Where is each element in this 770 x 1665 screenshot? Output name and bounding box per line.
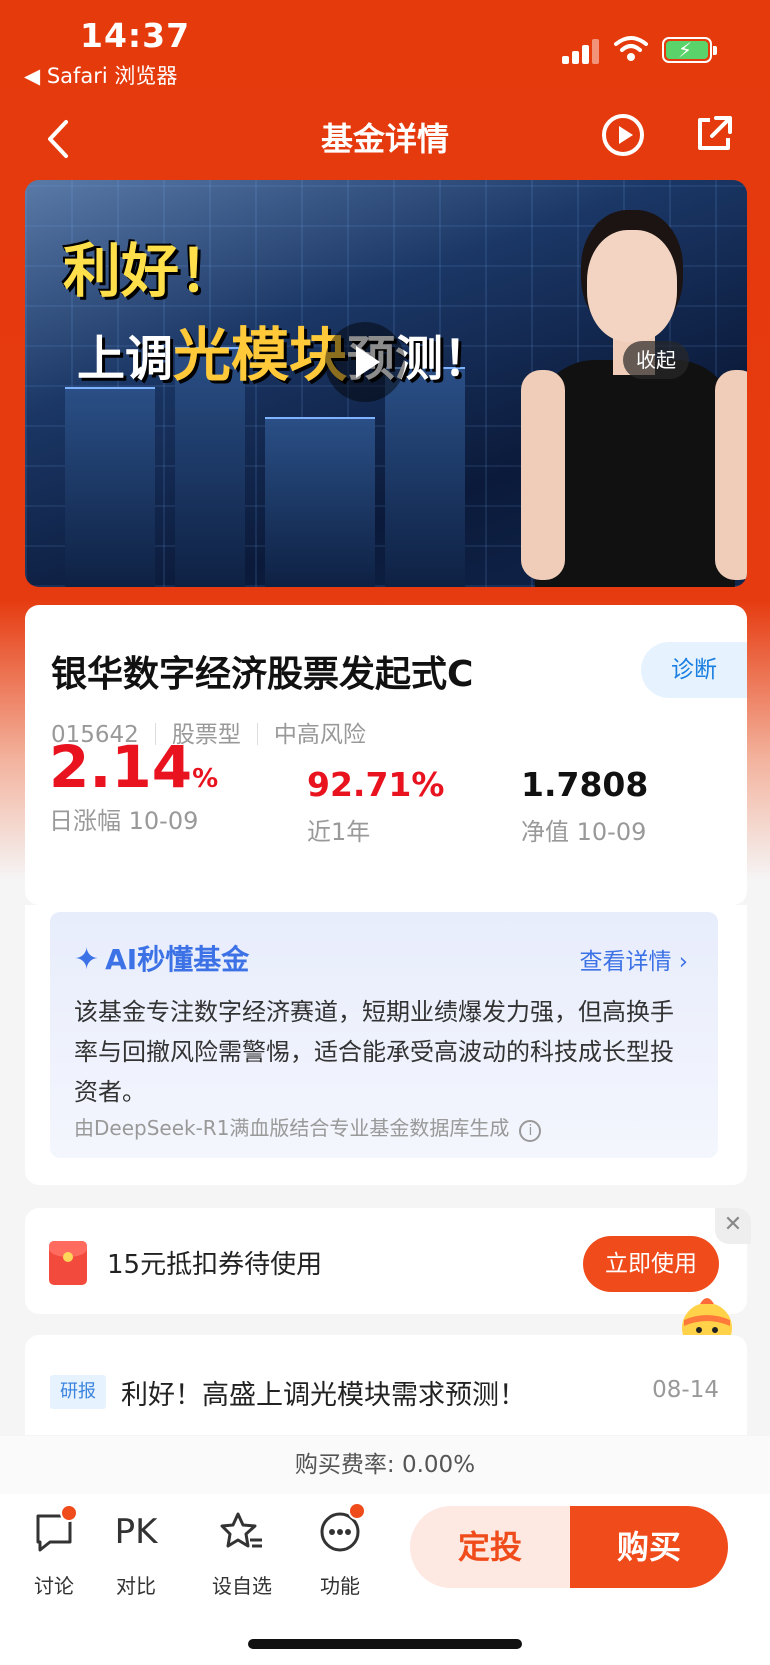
year-return-stat: 92.71% 近1年 bbox=[307, 765, 444, 847]
fund-summary-card: 银华数字经济股票发起式C 诊断 015642 股票型 中高风险 2.14% 日涨幅 … bbox=[25, 605, 747, 905]
diagnose-button[interactable]: 诊断 bbox=[641, 642, 747, 698]
play-circle-icon[interactable] bbox=[602, 114, 644, 156]
ai-summary-text: 该基金专注数字经济赛道，短期业绩爆发力强，但高换手率与回撤风险需警惕，适合能承受… bbox=[74, 998, 674, 1106]
compare-label: 对比 bbox=[116, 1574, 156, 1598]
nav-value: 1.7808 bbox=[521, 765, 649, 804]
wifi-icon bbox=[614, 36, 648, 61]
functions-tab[interactable]: 功能 bbox=[300, 1502, 380, 1599]
compare-tab[interactable]: PK 对比 bbox=[96, 1508, 176, 1599]
year-return-value: 92.71% bbox=[307, 765, 445, 804]
status-bar: 14:37 ◀ Safari 浏览器 ⚡ bbox=[0, 0, 770, 100]
daily-change-value: 2.14% bbox=[49, 733, 219, 801]
fund-name: 银华数字经济股票发起式C bbox=[51, 654, 474, 695]
video-headline-1: 利好！ bbox=[63, 237, 238, 305]
news-item[interactable]: 研报 利好！高盛上调光模块需求预测！ 08-14 bbox=[25, 1335, 747, 1435]
star-list-icon bbox=[220, 1512, 262, 1548]
news-title: 利好！高盛上调光模块需求预测！ bbox=[121, 1380, 526, 1411]
video-headline-2: 上调光模块预测！ bbox=[77, 308, 491, 392]
dingtou-button[interactable]: 定投 bbox=[410, 1506, 570, 1588]
page-title: 基金详情 bbox=[320, 120, 449, 158]
video-play-button[interactable] bbox=[325, 322, 405, 402]
daily-change-stat: 2.14% 日涨幅 10-09 bbox=[49, 733, 218, 836]
video-headline-2b: 光模块 bbox=[173, 321, 348, 389]
watchlist-label: 设自选 bbox=[212, 1574, 272, 1598]
ai-view-details-link[interactable]: 查看详情 › bbox=[579, 942, 688, 976]
buy-button[interactable]: 购买 bbox=[570, 1506, 728, 1588]
fund-risk: 中高风险 bbox=[273, 722, 366, 748]
news-date: 08-14 bbox=[652, 1377, 719, 1403]
purchase-buttons: 定投 购买 bbox=[410, 1506, 728, 1588]
year-return-label: 近1年 bbox=[307, 818, 371, 846]
video-building bbox=[385, 367, 465, 587]
collapse-video-button[interactable]: 收起 bbox=[623, 341, 689, 379]
ai-summary-card[interactable]: ✦ AI秒懂基金 查看详情 › 该基金专注数字经济赛道，短期业绩爆发力强，但高换手… bbox=[50, 912, 718, 1158]
daily-change-label: 日涨幅 10-09 bbox=[49, 807, 199, 835]
home-indicator bbox=[248, 1639, 522, 1649]
info-icon[interactable]: i bbox=[519, 1120, 542, 1142]
status-time: 14:37 bbox=[80, 16, 191, 55]
video-headline-2a: 上调 bbox=[77, 331, 174, 387]
close-icon[interactable]: ✕ bbox=[715, 1208, 751, 1244]
video-player[interactable]: 利好！ 上调光模块预测！ 收起 bbox=[25, 180, 747, 587]
pk-icon: PK bbox=[114, 1512, 158, 1552]
nav-label: 净值 10-09 bbox=[521, 818, 647, 846]
purchase-fee: 购买费率: 0.00% bbox=[0, 1436, 770, 1494]
watchlist-tab[interactable]: 设自选 bbox=[202, 1508, 282, 1599]
news-tag: 研报 bbox=[50, 1375, 106, 1409]
coupon-text: 15元抵扣券待使用 bbox=[107, 1250, 323, 1280]
signal-icon bbox=[562, 38, 599, 64]
sparkle-icon: ✦ bbox=[74, 942, 100, 977]
battery-icon: ⚡ bbox=[662, 37, 717, 63]
discuss-tab[interactable]: 讨论 bbox=[14, 1504, 94, 1599]
bottom-toolbar: 讨论 PK 对比 设自选 功能 定投 购买 bbox=[0, 1494, 770, 1665]
coupon-banner: 15元抵扣券待使用 立即使用 ✕ bbox=[25, 1208, 751, 1314]
share-icon[interactable] bbox=[694, 114, 734, 154]
use-coupon-button[interactable]: 立即使用 bbox=[583, 1236, 719, 1292]
ai-footer: 由DeepSeek-R1满血版结合专业基金数据库生成 i bbox=[74, 1112, 542, 1142]
ai-title: ✦ AI秒懂基金 bbox=[74, 942, 250, 977]
navigation-bar: 基金详情 bbox=[0, 100, 770, 180]
presenter-image bbox=[521, 220, 747, 587]
functions-label: 功能 bbox=[320, 1574, 360, 1598]
video-building bbox=[265, 417, 375, 587]
video-building bbox=[65, 387, 155, 587]
red-packet-icon bbox=[49, 1241, 87, 1285]
nav-stat: 1.7808 净值 10-09 bbox=[521, 765, 648, 847]
back-to-app-link[interactable]: ◀ Safari 浏览器 bbox=[24, 60, 177, 90]
discuss-label: 讨论 bbox=[34, 1574, 74, 1598]
